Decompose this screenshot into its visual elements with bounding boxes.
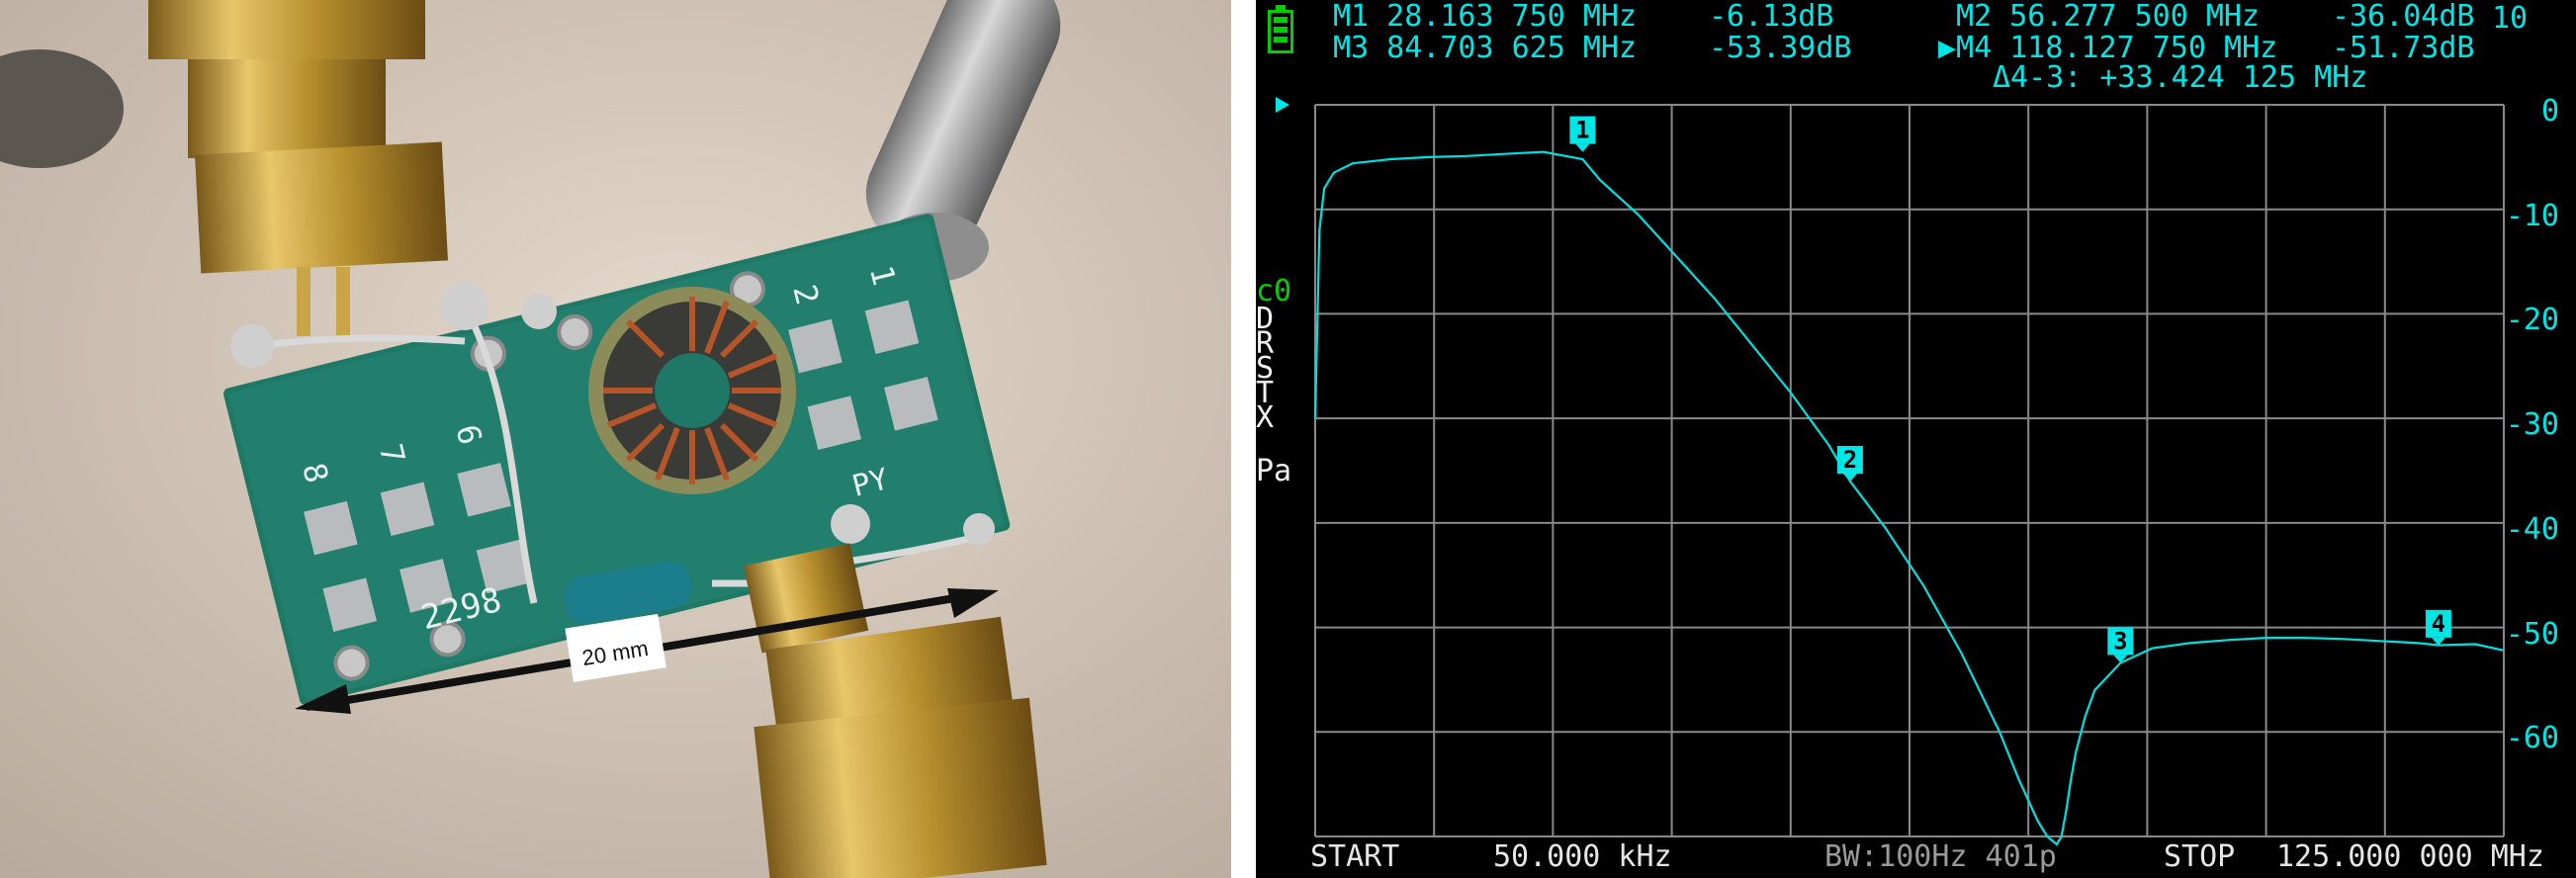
marker-1[interactable]: 1 bbox=[1569, 116, 1596, 152]
filter-board-photo: 2298 8 7 6 2 1 PY 20 mm bbox=[0, 0, 1231, 878]
toroid-inductor bbox=[588, 287, 796, 494]
marker-pointer-icon bbox=[1575, 143, 1590, 152]
y-tick-label: 0 bbox=[2540, 94, 2559, 129]
start-value: 50.000 kHz bbox=[1493, 839, 1672, 874]
marker-pointer-icon bbox=[1842, 473, 1857, 482]
marker-label: 2 bbox=[1843, 446, 1857, 474]
y-tick-label: -40 bbox=[2505, 511, 2559, 547]
start-label: START bbox=[1310, 839, 1400, 874]
marker-3[interactable]: 3 bbox=[2107, 627, 2134, 663]
sweep-plot: 1 2 3 4 bbox=[1276, 97, 2505, 846]
marker-2[interactable]: 2 bbox=[1836, 445, 1863, 482]
bandwidth-points: BW:100Hz 401p bbox=[1824, 839, 2057, 874]
analyzer-screen: M1 28.163 750 MHz -6.13dB M2 56.277 500 … bbox=[1256, 0, 2576, 878]
y-tick-label: -50 bbox=[2505, 616, 2559, 652]
stop-label: STOP bbox=[2164, 839, 2236, 874]
y-tick-label: -10 bbox=[2505, 198, 2559, 233]
stop-value: 125.000 000 MHz bbox=[2276, 839, 2544, 874]
y-tick-label: -20 bbox=[2505, 303, 2559, 338]
board-illustration: 2298 8 7 6 2 1 PY 20 mm bbox=[0, 0, 1231, 878]
marker-label: 1 bbox=[1575, 117, 1589, 144]
y-tick-label: -60 bbox=[2505, 721, 2559, 756]
reference-pointer-icon bbox=[1276, 97, 1289, 113]
marker-label: 3 bbox=[2113, 627, 2127, 655]
marker-4[interactable]: 4 bbox=[2425, 609, 2451, 646]
marker-label: 4 bbox=[2432, 610, 2445, 638]
y-tick-label: -30 bbox=[2505, 407, 2559, 443]
plot-grid bbox=[1314, 104, 2505, 837]
